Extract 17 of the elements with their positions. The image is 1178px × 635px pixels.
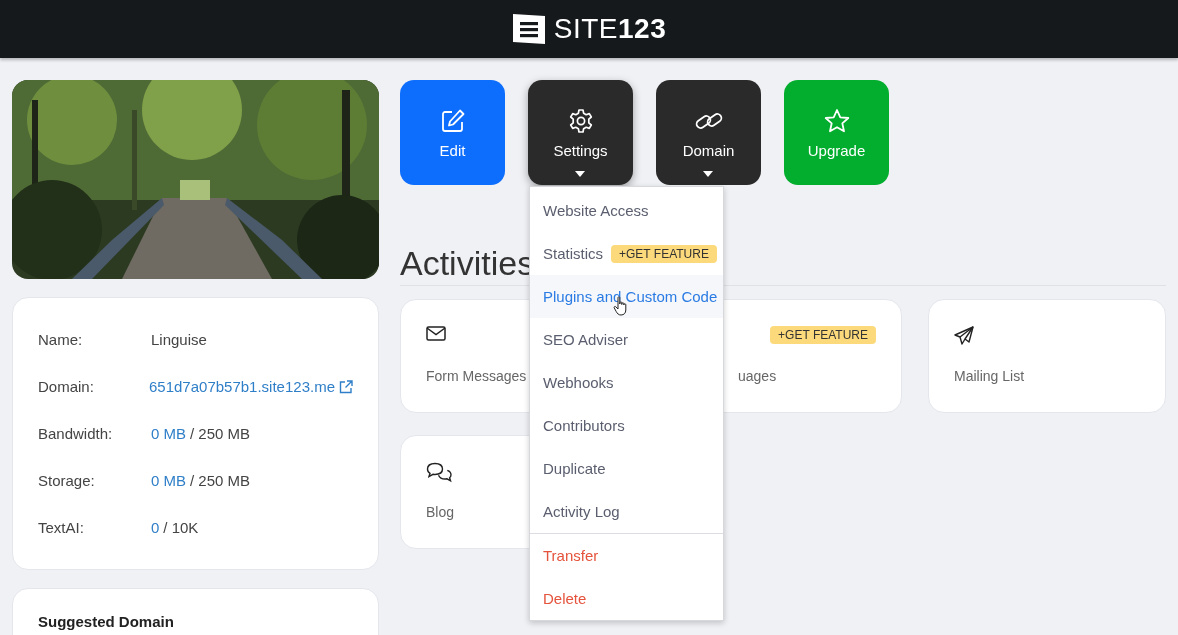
info-label: TextAI: [38,519,85,536]
usage-used: 0 [151,519,160,536]
card-label: Blog [426,504,455,520]
usage-total: / 250 MB [190,425,251,442]
card-label: uages [737,368,777,384]
card-label: Mailing List [954,368,1025,384]
card-label: Form Messages [426,368,527,384]
usage-total: / 250 MB [190,472,251,489]
info-label: Bandwidth: [38,425,114,442]
usage-used: 0 MB [151,425,186,442]
usage-used: 0 MB [151,472,186,489]
info-label: Name: [38,331,84,348]
usage-total: / 10K [163,519,199,536]
info-label: Storage: [38,472,96,489]
info-value: Linguise [151,331,207,348]
card-title: Suggested Domain [38,613,174,630]
info-label: Domain: [38,378,95,395]
